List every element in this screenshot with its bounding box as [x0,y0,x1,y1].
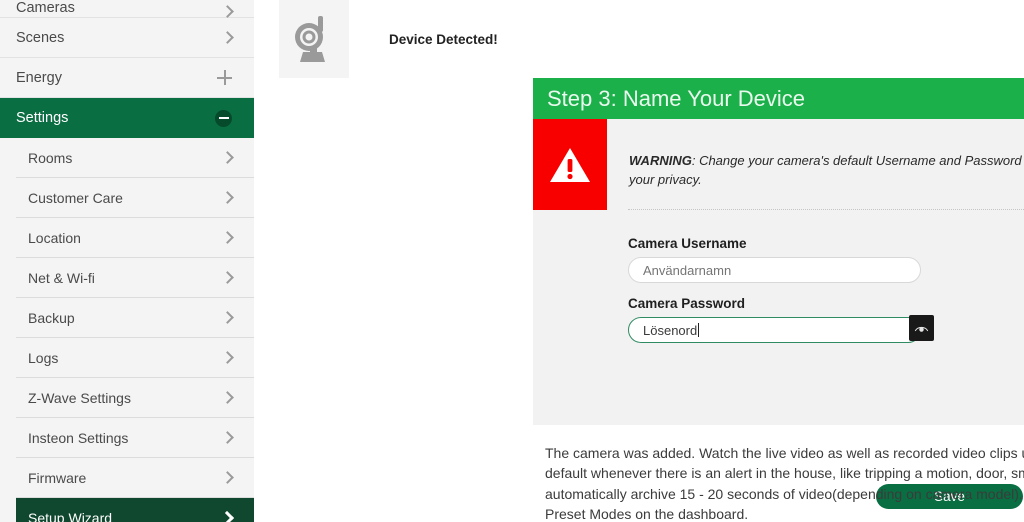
chevron-right-icon [221,431,234,444]
chevron-right-icon [221,471,234,484]
chevron-right-icon [219,510,235,522]
camera-password-label: Camera Password [628,296,746,311]
camera-username-label: Camera Username [628,236,747,251]
chevron-right-icon [221,231,234,244]
app-window: Cameras Scenes Energy Settings Rooms Cus… [0,0,1024,522]
chevron-right-icon [221,391,234,404]
sidebar-item-setup-wizard[interactable]: Setup Wizard [16,498,254,522]
sidebar-subitems: Rooms Customer Care Location Net & Wi-fi… [0,138,254,522]
sidebar-item-label: Cameras [16,0,75,16]
camera-username-input[interactable] [628,257,921,283]
sidebar-subitem-label: Customer Care [28,189,123,206]
chevron-right-icon [221,191,234,204]
sidebar-item-net-wifi[interactable]: Net & Wi-fi [16,258,254,298]
main-content: Device Detected! Step 3: Name Your Devic… [254,0,1024,522]
sidebar-subitem-label: Z-Wave Settings [28,389,131,406]
sidebar-subitem-label: Logs [28,349,59,366]
ip-camera-icon [279,0,349,78]
chevron-right-icon [221,271,234,284]
sidebar-item-scenes[interactable]: Scenes [0,18,254,58]
divider [628,209,1024,210]
warning-prefix: WARNING [629,153,692,168]
sidebar-item-logs[interactable]: Logs [16,338,254,378]
camera-password-value: Lösenord [643,322,698,338]
chevron-right-icon [221,5,234,18]
content-gutter [254,0,279,522]
device-detected-label: Device Detected! [389,31,498,47]
description-paragraph: The camera was added. Watch the live vid… [545,445,1024,522]
chevron-right-icon [221,351,234,364]
setup-panel: WARNING: Change your camera's default Us… [533,119,1024,509]
sidebar-item-rooms[interactable]: Rooms [16,138,254,178]
chevron-right-icon [221,311,234,324]
sidebar-item-zwave-settings[interactable]: Z-Wave Settings [16,378,254,418]
sidebar-item-label: Settings [16,110,69,126]
warning-message: WARNING: Change your camera's default Us… [629,152,1024,190]
sidebar-item-energy[interactable]: Energy [0,58,254,98]
sidebar-subitem-label: Rooms [28,149,73,166]
sidebar-item-settings[interactable]: Settings [0,98,254,138]
credentials-form: Camera Username Camera Password Lösenord [628,236,1024,509]
sidebar-item-backup[interactable]: Backup [16,298,254,338]
step-header-gutter [279,78,533,119]
device-detected-bar: Device Detected! [279,0,1024,78]
camera-password-field-wrap: Lösenord [628,315,934,343]
sidebar-subitem-label: Firmware [28,469,87,486]
sidebar-item-label: Scenes [16,29,65,46]
sidebar-item-customer-care[interactable]: Customer Care [16,178,254,218]
eye-icon[interactable] [909,315,934,341]
chevron-right-icon [221,31,234,44]
camera-password-input[interactable]: Lösenord [628,317,921,343]
sidebar-item-label: Energy [16,69,62,86]
sidebar-item-insteon-settings[interactable]: Insteon Settings [16,418,254,458]
text-caret [698,323,700,337]
sidebar-subitem-label: Backup [28,309,75,326]
sidebar-item-cameras[interactable]: Cameras [0,0,254,18]
sidebar-subitem-label: Location [28,229,81,246]
minus-circle-icon[interactable] [215,109,232,127]
sidebar-item-firmware[interactable]: Firmware [16,458,254,498]
sidebar-subitem-label: Setup Wizard [28,510,113,522]
sidebar-item-location[interactable]: Location [16,218,254,258]
sidebar-subitem-label: Insteon Settings [28,429,129,446]
plus-icon [217,70,232,85]
sidebar: Cameras Scenes Energy Settings Rooms Cus… [0,0,254,522]
step-header-title: Step 3: Name Your Device [533,78,1024,119]
sidebar-subitem-label: Net & Wi-fi [28,269,95,286]
warning-triangle-icon [533,119,607,210]
chevron-right-icon [221,151,234,164]
